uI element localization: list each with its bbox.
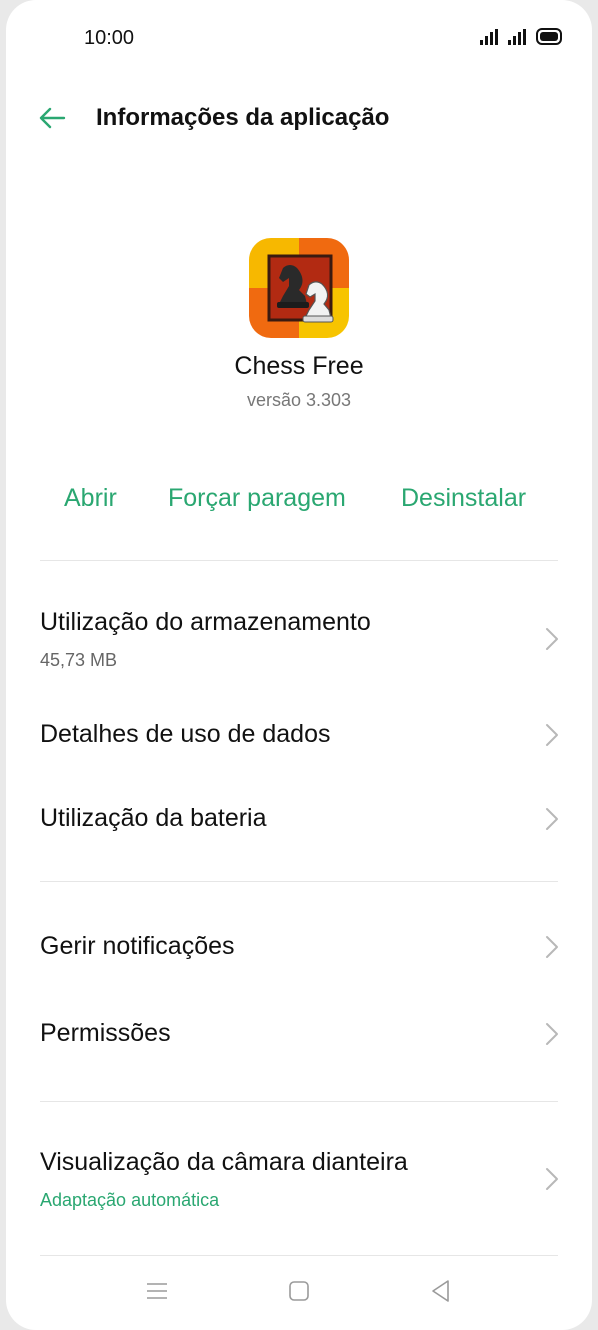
chevron-right-icon — [546, 1168, 558, 1190]
chevron-right-icon — [546, 628, 558, 650]
permissions-row[interactable]: Permissões — [6, 1011, 592, 1061]
chevron-right-icon — [546, 808, 558, 830]
menu-nav-icon[interactable] — [142, 1276, 172, 1306]
app-name: Chess Free — [234, 352, 364, 380]
chess-icon — [249, 238, 349, 338]
page-title: Informações da aplicação — [96, 104, 390, 131]
chevron-right-icon — [546, 724, 558, 746]
status-bar: 10:00 — [6, 0, 592, 80]
chevron-right-icon — [546, 1023, 558, 1045]
notifications-label: Gerir notificações — [40, 932, 235, 960]
app-version: versão 3.303 — [246, 390, 352, 410]
open-button[interactable]: Abrir — [64, 484, 117, 513]
front-camera-row[interactable]: Visualização da câmara dianteira Adaptaç… — [6, 1140, 592, 1230]
data-usage-row[interactable]: Detalhes de uso de dados — [6, 712, 592, 762]
signal-icon — [480, 29, 498, 45]
storage-row[interactable]: Utilização do armazenamento 45,73 MB — [6, 600, 592, 690]
navigation-bar — [6, 1262, 592, 1322]
app-icon — [249, 238, 349, 338]
divider — [40, 1255, 558, 1256]
chevron-right-icon — [546, 936, 558, 958]
divider — [40, 1101, 558, 1102]
battery-row[interactable]: Utilização da bateria — [6, 796, 592, 846]
status-icons — [480, 28, 562, 45]
phone-screen: 10:00 Informações da aplicação Chess Fre… — [6, 0, 592, 1330]
divider — [40, 560, 558, 561]
home-nav-icon[interactable] — [284, 1276, 314, 1306]
notifications-row[interactable]: Gerir notificações — [6, 924, 592, 974]
storage-value: 45,73 MB — [40, 650, 118, 670]
uninstall-button[interactable]: Desinstalar — [401, 484, 526, 513]
battery-label: Utilização da bateria — [40, 804, 267, 832]
app-bar: Informações da aplicação — [6, 88, 592, 148]
app-actions: Abrir Forçar paragem Desinstalar — [6, 484, 592, 524]
storage-label: Utilização do armazenamento — [40, 608, 371, 636]
permissions-label: Permissões — [40, 1019, 171, 1047]
back-arrow-icon[interactable] — [36, 102, 68, 134]
status-time: 10:00 — [84, 27, 135, 49]
battery-icon — [536, 28, 562, 45]
force-stop-button[interactable]: Forçar paragem — [168, 484, 346, 513]
signal-icon — [508, 29, 526, 45]
front-camera-label: Visualização da câmara dianteira — [40, 1148, 408, 1176]
back-nav-icon[interactable] — [426, 1276, 456, 1306]
data-usage-label: Detalhes de uso de dados — [40, 720, 331, 748]
front-camera-value: Adaptação automática — [40, 1190, 220, 1210]
divider — [40, 881, 558, 882]
